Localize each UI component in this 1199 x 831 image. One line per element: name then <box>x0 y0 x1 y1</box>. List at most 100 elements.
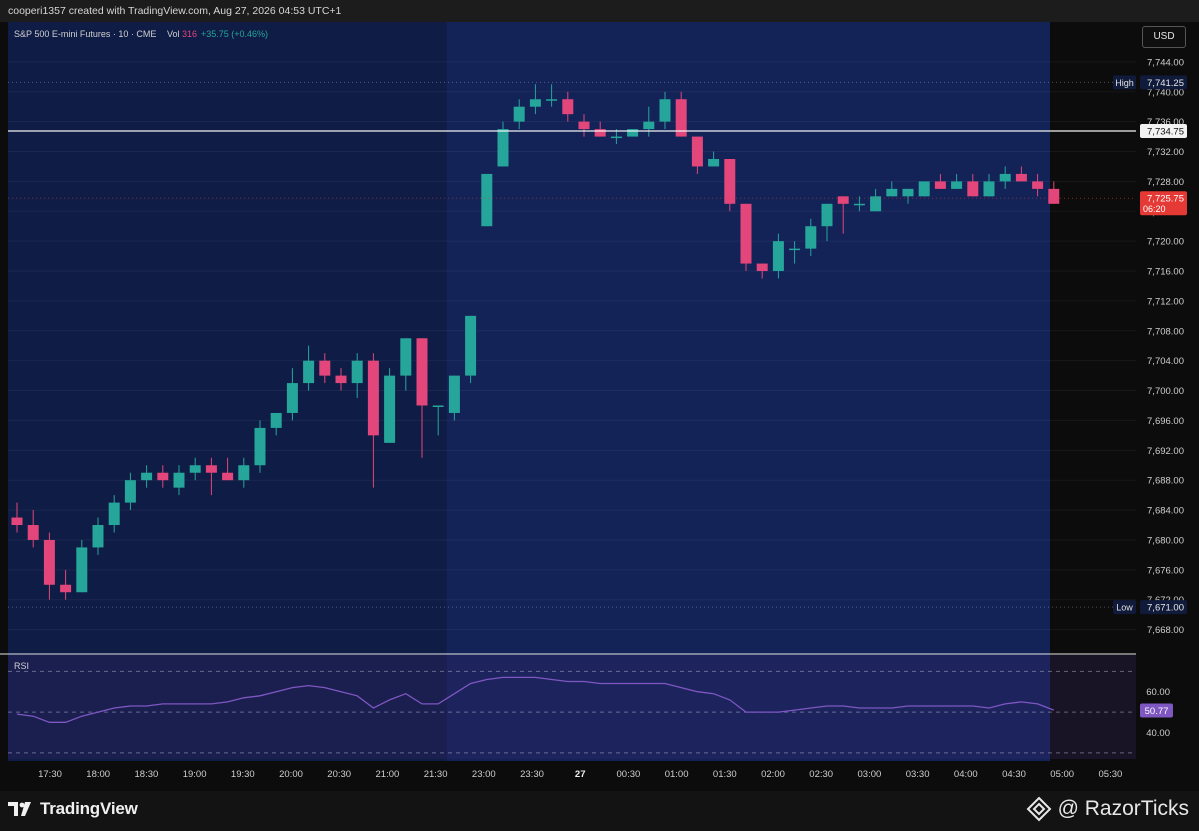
price-tick-label: 7,744.00 <box>1147 57 1184 68</box>
candle-body <box>578 121 590 130</box>
time-tick-label: 02:00 <box>761 769 785 780</box>
candle-body <box>11 517 23 526</box>
watermark-text: cooperi1357 created with TradingView.com… <box>8 5 342 17</box>
tradingview-wordmark: TradingView <box>40 799 138 818</box>
last-price-value: 7,725.75 <box>1147 194 1184 205</box>
candle-body <box>837 196 849 204</box>
candle-body <box>108 502 120 526</box>
session-shade <box>446 22 1050 761</box>
price-tick-label: 7,684.00 <box>1147 506 1184 517</box>
price-tick-label: 7,692.00 <box>1147 446 1184 457</box>
candle-body <box>351 360 363 384</box>
price-tick-label: 7,728.00 <box>1147 177 1184 188</box>
candle-body <box>934 181 946 189</box>
candle-body <box>529 99 541 107</box>
candle-body <box>853 203 865 206</box>
hline-value: 7,734.75 <box>1147 126 1184 137</box>
candle-body <box>205 465 217 473</box>
price-tick-label: 7,676.00 <box>1147 565 1184 576</box>
candle-body <box>918 181 930 197</box>
rsi-label: RSI <box>14 661 29 671</box>
candle-body <box>173 472 185 488</box>
price-tick-label: 7,668.00 <box>1147 625 1184 636</box>
session-backgrounds <box>8 22 1136 761</box>
candle-body <box>27 525 39 540</box>
candle-body <box>465 315 477 376</box>
candle-body <box>951 181 963 189</box>
time-tick-label: 01:30 <box>713 769 737 780</box>
time-tick-label: 18:00 <box>86 769 110 780</box>
tradingview-logo: TradingView <box>8 799 138 819</box>
high-label: High <box>1115 78 1134 88</box>
candle-body <box>708 158 720 167</box>
legend-change: +35.75 (+0.46%) <box>201 29 268 39</box>
candle-body <box>902 188 914 197</box>
candle-body <box>124 480 136 503</box>
candle-body <box>222 472 234 481</box>
time-tick-label: 21:30 <box>424 769 448 780</box>
candle-body <box>967 181 979 197</box>
candle-body <box>432 405 444 407</box>
candle-body <box>416 338 428 406</box>
candlestick-chart[interactable]: 7,668.007,672.007,676.007,680.007,684.00… <box>0 22 1199 791</box>
pre-session-shade <box>8 22 447 761</box>
price-tick-label: 7,732.00 <box>1147 147 1184 158</box>
time-tick-label: 23:30 <box>520 769 544 780</box>
candle-body <box>141 472 153 481</box>
candle-body <box>157 472 169 481</box>
time-tick-label: 19:30 <box>231 769 255 780</box>
price-tick-label: 7,716.00 <box>1147 267 1184 278</box>
candle-body <box>643 121 655 130</box>
candle-body <box>43 539 55 585</box>
legend-symbol: S&P 500 E-mini Futures · 10 · CME <box>14 29 156 39</box>
candle-body <box>1032 181 1044 189</box>
candle-body <box>481 173 493 227</box>
candle-body <box>1048 188 1060 204</box>
candle-body <box>319 360 331 376</box>
candle-body <box>448 375 460 413</box>
time-tick-label: 05:00 <box>1050 769 1074 780</box>
candle-body <box>1015 173 1027 182</box>
rsi-tick-label: 60.00 <box>1146 687 1170 698</box>
price-tick-label: 7,708.00 <box>1147 326 1184 337</box>
tradingview-icon <box>8 802 31 816</box>
candle-body <box>92 525 104 548</box>
time-tick-label: 18:30 <box>135 769 159 780</box>
time-tick-label: 21:00 <box>376 769 400 780</box>
legend-vol-value: 316 <box>182 29 197 39</box>
candle-body <box>384 375 396 443</box>
razorticks-wordmark: @ RazorTicks <box>1057 797 1189 820</box>
candle-body <box>254 427 266 466</box>
time-tick-label: 04:30 <box>1002 769 1026 780</box>
time-tick-label: 27 <box>575 769 586 780</box>
price-tick-label: 7,680.00 <box>1147 535 1184 546</box>
candle-body <box>756 263 768 272</box>
chart-area[interactable]: 7,668.007,672.007,676.007,680.007,684.00… <box>0 22 1199 791</box>
time-tick-label: 03:30 <box>906 769 930 780</box>
rsi-value: 50.77 <box>1145 706 1169 717</box>
candle-body <box>772 241 784 272</box>
price-tick-label: 7,700.00 <box>1147 386 1184 397</box>
time-tick-label: 04:00 <box>954 769 978 780</box>
time-tick-label: 23:00 <box>472 769 496 780</box>
candle-body <box>659 99 671 122</box>
price-tick-label: 7,704.00 <box>1147 356 1184 367</box>
candle-body <box>594 129 606 137</box>
time-tick-label: 17:30 <box>38 769 62 780</box>
time-tick-label: 00:30 <box>617 769 641 780</box>
candle-body <box>335 375 347 384</box>
candle-body <box>286 383 298 413</box>
diamond-icon <box>1026 796 1052 822</box>
candle-body <box>886 188 898 197</box>
candle-body <box>691 136 703 167</box>
candle-body <box>724 158 736 204</box>
time-tick-label: 19:00 <box>183 769 207 780</box>
price-tick-label: 7,720.00 <box>1147 237 1184 248</box>
candle-body <box>238 465 250 481</box>
candle-body <box>497 129 509 167</box>
candle-body <box>367 360 379 436</box>
candle-body <box>610 136 622 139</box>
currency-button[interactable]: USD <box>1142 26 1186 48</box>
candle-body <box>805 226 817 249</box>
bar-countdown: 06:20 <box>1143 204 1166 214</box>
